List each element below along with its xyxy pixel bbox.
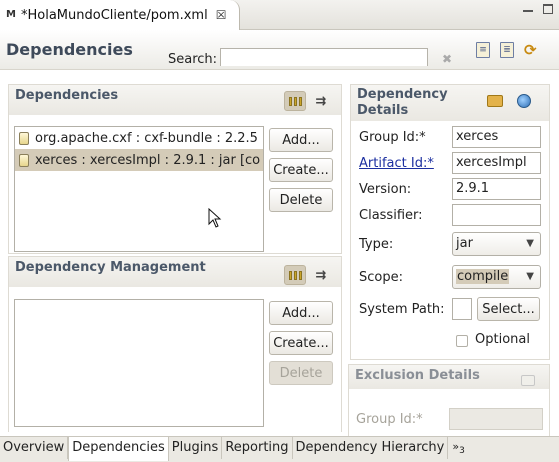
web-globe-icon[interactable] [517,94,531,108]
tab-plugins[interactable]: Plugins [169,437,223,459]
sort-icon: ⇉ [315,267,327,283]
more-tabs-button[interactable]: »3 [448,437,468,462]
dependency-details-header: Dependency Details [351,85,549,121]
close-icon[interactable]: ☒ [216,8,227,22]
tab-dependencies[interactable]: Dependencies [68,437,169,461]
columns-icon [288,96,302,106]
classifier-label: Classifier: [359,208,423,223]
type-label: Type: [359,237,394,252]
jar-icon [19,153,29,167]
dependency-management-header: Dependency Management ⇉ [9,257,341,287]
dependencies-list[interactable]: org.apache.cxf : cxf-bundle : 2.2.5 xerc… [14,126,264,252]
artifact-id-field[interactable]: xercesImpl [452,152,541,174]
artifact-id-link[interactable]: Artifact Id:* [359,156,434,171]
tab-reporting[interactable]: Reporting [222,437,293,459]
group-id-label: Group Id:* [359,130,426,145]
system-path-field[interactable] [452,298,472,320]
effective-pom-icon[interactable]: ≣ [500,42,514,58]
list-item-label: org.apache.cxf : cxf-bundle : 2.2.5 [35,130,258,146]
clear-search-icon[interactable]: ✖ [442,52,452,66]
tab-dependency-hierarchy[interactable]: Dependency Hierarchy [293,437,449,459]
dependencies-section-title: Dependencies [15,88,119,103]
dependency-management-title: Dependency Management [15,260,206,275]
chevron-down-icon: ▼ [526,238,534,249]
create-managed-dependency-button[interactable]: Create... [269,331,333,355]
search-label: Search: [168,52,218,67]
show-group-id-button[interactable] [284,91,306,111]
scope-label: Scope: [359,270,403,285]
show-group-id-button[interactable] [284,265,306,285]
minimize-icon[interactable] [523,4,533,12]
exclusion-details-header: Exclusion Details [349,365,549,389]
classifier-field[interactable] [452,204,541,226]
page-tabs: Overview Dependencies Plugins Reporting … [0,436,559,462]
mouse-cursor-icon [208,208,222,228]
dependency-management-list[interactable] [14,299,264,427]
add-managed-dependency-button[interactable]: Add... [269,301,333,325]
exclusion-group-id-label: Group Id:* [356,412,423,427]
delete-dependency-button[interactable]: Delete [269,188,333,212]
pom-file-icon[interactable]: ≡ [476,42,490,58]
delete-managed-dependency-button[interactable]: Delete [269,361,333,385]
system-path-label: System Path: [359,302,445,317]
scope-select-value: compile [456,269,510,284]
optional-label: Optional [475,332,530,347]
add-exclusion-icon[interactable] [521,375,535,386]
form-header: Dependencies Search: ✖ ≡ ≣ ⟳ [0,30,559,70]
header-toolbar: ≡ ≣ ⟳ [476,42,540,58]
chevron-down-icon: ▼ [526,271,534,282]
dependency-details-title-line2: Details [357,103,409,118]
list-item[interactable]: org.apache.cxf : cxf-bundle : 2.2.5 [15,127,263,149]
type-select-value: jar [456,236,473,251]
scope-select[interactable]: compile ▼ [452,265,541,289]
page-title: Dependencies [6,40,133,59]
exclusion-details-title: Exclusion Details [355,368,480,383]
editor-tab-title: *HolaMundoCliente/pom.xml [21,7,208,23]
create-dependency-button[interactable]: Create... [269,158,333,182]
jar-icon [19,131,29,145]
sort-button[interactable]: ⇉ [310,265,332,285]
version-field[interactable]: 2.9.1 [452,178,541,200]
refresh-icon[interactable]: ⟳ [524,42,540,58]
open-folder-icon[interactable] [487,95,503,107]
exclusion-group-id-field[interactable] [449,408,543,430]
window-controls [523,4,553,14]
sort-button[interactable]: ⇉ [310,91,332,111]
more-tabs-count: 3 [459,446,465,457]
tab-overview[interactable]: Overview [0,437,69,459]
maven-file-icon: M [6,9,16,20]
maximize-icon[interactable] [543,4,553,14]
editor-tab-bar: M *HolaMundoCliente/pom.xml ☒ [0,0,559,30]
version-label: Version: [359,182,412,197]
columns-icon [288,270,302,280]
optional-checkbox[interactable] [456,335,468,347]
search-input[interactable] [220,48,428,66]
editor-tab[interactable]: M *HolaMundoCliente/pom.xml ☒ [0,0,240,30]
dependency-details-title-line1: Dependency [357,87,448,102]
type-select[interactable]: jar ▼ [452,232,541,256]
list-item-label: xerces : xercesImpl : 2.9.1 : jar [co [35,152,261,168]
select-system-path-button[interactable]: Select... [477,297,540,321]
add-dependency-button[interactable]: Add... [269,128,333,152]
list-item[interactable]: xerces : xercesImpl : 2.9.1 : jar [co [15,149,263,171]
dependencies-section-header: Dependencies ⇉ [9,85,341,115]
group-id-field[interactable]: xerces [452,126,541,148]
sort-icon: ⇉ [315,93,327,109]
